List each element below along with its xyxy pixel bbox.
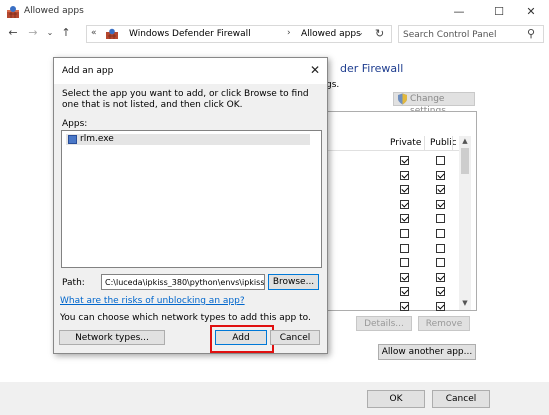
column-divider: [452, 136, 453, 150]
add-button[interactable]: Add: [215, 330, 267, 345]
apps-label: Apps:: [62, 119, 88, 129]
private-checkbox[interactable]: [400, 272, 409, 282]
public-checkbox[interactable]: [436, 243, 445, 253]
title-bar: Allowed apps — ☐ ✕: [0, 0, 549, 24]
dialog-cancel-button[interactable]: Cancel: [270, 330, 320, 345]
change-settings-button[interactable]: Change settings: [393, 92, 475, 116]
public-checkbox[interactable]: [436, 214, 445, 224]
scroll-down-icon[interactable]: ▼: [459, 298, 471, 308]
search-icon[interactable]: ⚲: [527, 27, 535, 40]
refresh-icon[interactable]: ↻: [375, 27, 384, 40]
public-checkbox[interactable]: [436, 199, 445, 209]
apps-listbox[interactable]: rlm.exe: [61, 130, 322, 268]
private-checkbox[interactable]: [400, 287, 409, 297]
public-checkbox[interactable]: [436, 287, 445, 297]
breadcrumb-allowed-apps[interactable]: Allowed apps: [301, 29, 361, 39]
private-checkbox[interactable]: [400, 229, 409, 238]
private-checkbox[interactable]: [400, 243, 409, 253]
forward-arrow-icon[interactable]: →: [26, 26, 40, 40]
private-checkbox[interactable]: [400, 170, 409, 180]
back-arrow-icon[interactable]: ←: [6, 26, 20, 40]
path-label: Path:: [62, 278, 85, 288]
header-divider: [328, 150, 460, 151]
remove-button[interactable]: Remove: [418, 316, 470, 331]
hidden-path-chevron-icon[interactable]: «: [91, 28, 97, 38]
close-button[interactable]: ✕: [513, 0, 549, 24]
public-checkbox[interactable]: [436, 272, 445, 282]
public-checkbox[interactable]: [436, 302, 445, 311]
page-heading: der Firewall: [340, 62, 404, 75]
breadcrumb-firewall[interactable]: Windows Defender Firewall: [129, 29, 251, 39]
list-item[interactable]: rlm.exe: [66, 134, 310, 145]
address-box[interactable]: « Windows Defender Firewall › Allowed ap…: [86, 25, 392, 43]
search-input[interactable]: [403, 29, 523, 41]
dialog-title-bar: Add an app ✕: [54, 58, 327, 84]
path-field[interactable]: [101, 274, 265, 290]
private-checkbox[interactable]: [400, 199, 409, 209]
public-checkbox[interactable]: [436, 258, 445, 268]
dialog-close-icon[interactable]: ✕: [307, 62, 323, 78]
private-checkbox[interactable]: [400, 214, 409, 224]
public-checkbox[interactable]: [436, 156, 445, 165]
column-header-private[interactable]: Private: [390, 138, 421, 148]
scroll-thumb[interactable]: [461, 148, 469, 174]
public-checkbox[interactable]: [436, 229, 445, 238]
recent-locations-chevron-icon[interactable]: ⌄: [43, 26, 57, 40]
maximize-button[interactable]: ☐: [481, 0, 517, 24]
search-box: ⚲: [398, 25, 544, 43]
up-arrow-icon[interactable]: ↑: [59, 26, 73, 40]
window-title: Allowed apps: [24, 6, 84, 16]
application-icon: [68, 135, 77, 144]
scroll-up-icon[interactable]: ▲: [459, 136, 471, 146]
dialog-description: Select the app you want to add, or click…: [62, 89, 309, 110]
public-checkbox[interactable]: [436, 170, 445, 180]
public-checkbox[interactable]: [436, 185, 445, 195]
minimize-button[interactable]: —: [441, 0, 477, 24]
address-dropdown-icon[interactable]: ⌄: [357, 28, 364, 37]
allow-another-app-button[interactable]: Allow another app...: [378, 344, 476, 360]
details-button[interactable]: Details...: [356, 316, 412, 331]
private-checkbox[interactable]: [400, 185, 409, 195]
app-item-label: rlm.exe: [80, 134, 114, 144]
firewall-icon: [106, 28, 118, 39]
network-types-button[interactable]: Network types...: [59, 330, 165, 345]
firewall-icon: [7, 6, 19, 18]
private-checkbox[interactable]: [400, 258, 409, 268]
browse-button[interactable]: Browse...: [268, 274, 319, 290]
private-checkbox[interactable]: [400, 156, 409, 165]
private-checkbox[interactable]: [400, 302, 409, 311]
ok-button[interactable]: OK: [367, 390, 425, 408]
breadcrumb-separator-icon[interactable]: ›: [287, 28, 291, 38]
vertical-scrollbar[interactable]: ▲ ▼: [459, 136, 471, 310]
column-divider: [424, 136, 425, 150]
shield-icon: [398, 93, 407, 105]
address-bar-row: ← → ⌄ ↑ « Windows Defender Firewall › Al…: [0, 24, 549, 44]
risks-link[interactable]: What are the risks of unblocking an app?: [60, 296, 245, 306]
network-types-info: You can choose which network types to ad…: [60, 313, 311, 323]
dialog-title: Add an app: [62, 66, 114, 76]
cancel-button[interactable]: Cancel: [432, 390, 490, 408]
allowed-apps-list: Private Public ▲ ▼: [327, 111, 477, 311]
add-app-dialog: Add an app ✕ Select the app you want to …: [53, 57, 328, 354]
